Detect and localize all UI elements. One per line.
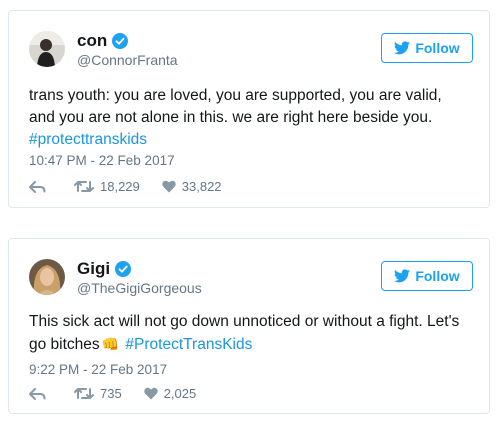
- retweet-icon: [74, 388, 94, 399]
- tweet-actions: 735 2,025: [29, 386, 218, 401]
- heart-icon: [162, 180, 176, 193]
- verified-badge-icon: [115, 261, 132, 277]
- retweet-count: 735: [100, 386, 122, 401]
- reply-button[interactable]: [29, 180, 52, 193]
- like-button[interactable]: 33,822: [162, 179, 222, 194]
- follow-label: Follow: [415, 268, 460, 284]
- tweet-actions: 18,229 33,822: [29, 179, 244, 194]
- follow-button[interactable]: Follow: [381, 261, 473, 291]
- retweet-count: 18,229: [100, 179, 140, 194]
- avatar[interactable]: [29, 31, 65, 67]
- tweet-text: trans youth: you are loved, you are supp…: [29, 85, 469, 151]
- verified-badge-icon: [112, 33, 129, 49]
- tweet-text: This sick act will not go down unnoticed…: [29, 311, 469, 356]
- follow-button[interactable]: Follow: [381, 33, 473, 63]
- hashtag-link[interactable]: #protecttranskids: [29, 131, 147, 148]
- reply-button[interactable]: [29, 387, 52, 400]
- tweet-card: con @ConnorFranta Follow trans youth: yo…: [8, 10, 490, 208]
- display-name[interactable]: Gigi: [77, 259, 132, 279]
- follow-label: Follow: [415, 40, 460, 56]
- tweet-timestamp[interactable]: 9:22 PM - 22 Feb 2017: [29, 362, 167, 377]
- like-button[interactable]: 2,025: [144, 386, 197, 401]
- retweet-icon: [74, 181, 94, 192]
- tweet-text-body: trans youth: you are loved, you are supp…: [29, 87, 442, 126]
- twitter-bird-icon: [394, 269, 411, 283]
- like-count: 33,822: [181, 179, 222, 194]
- reply-icon: [29, 387, 46, 400]
- fist-bump-emoji: 👊: [101, 336, 120, 352]
- user-handle[interactable]: @TheGigiGorgeous: [77, 280, 202, 296]
- tweet-card: Gigi @TheGigiGorgeous Follow This sick a…: [8, 238, 490, 414]
- hashtag-link[interactable]: #ProtectTransKids: [125, 336, 252, 353]
- user-handle[interactable]: @ConnorFranta: [77, 52, 178, 68]
- retweet-button[interactable]: 735: [74, 386, 122, 401]
- twitter-bird-icon: [394, 41, 411, 55]
- display-name[interactable]: con: [77, 31, 129, 51]
- display-name-text[interactable]: Gigi: [77, 259, 110, 279]
- display-name-text[interactable]: con: [77, 31, 107, 51]
- retweet-button[interactable]: 18,229: [74, 179, 140, 194]
- reply-icon: [29, 180, 46, 193]
- heart-icon: [144, 387, 158, 400]
- tweet-timestamp[interactable]: 10:47 PM - 22 Feb 2017: [29, 153, 175, 168]
- like-count: 2,025: [163, 386, 197, 401]
- avatar[interactable]: [29, 259, 65, 295]
